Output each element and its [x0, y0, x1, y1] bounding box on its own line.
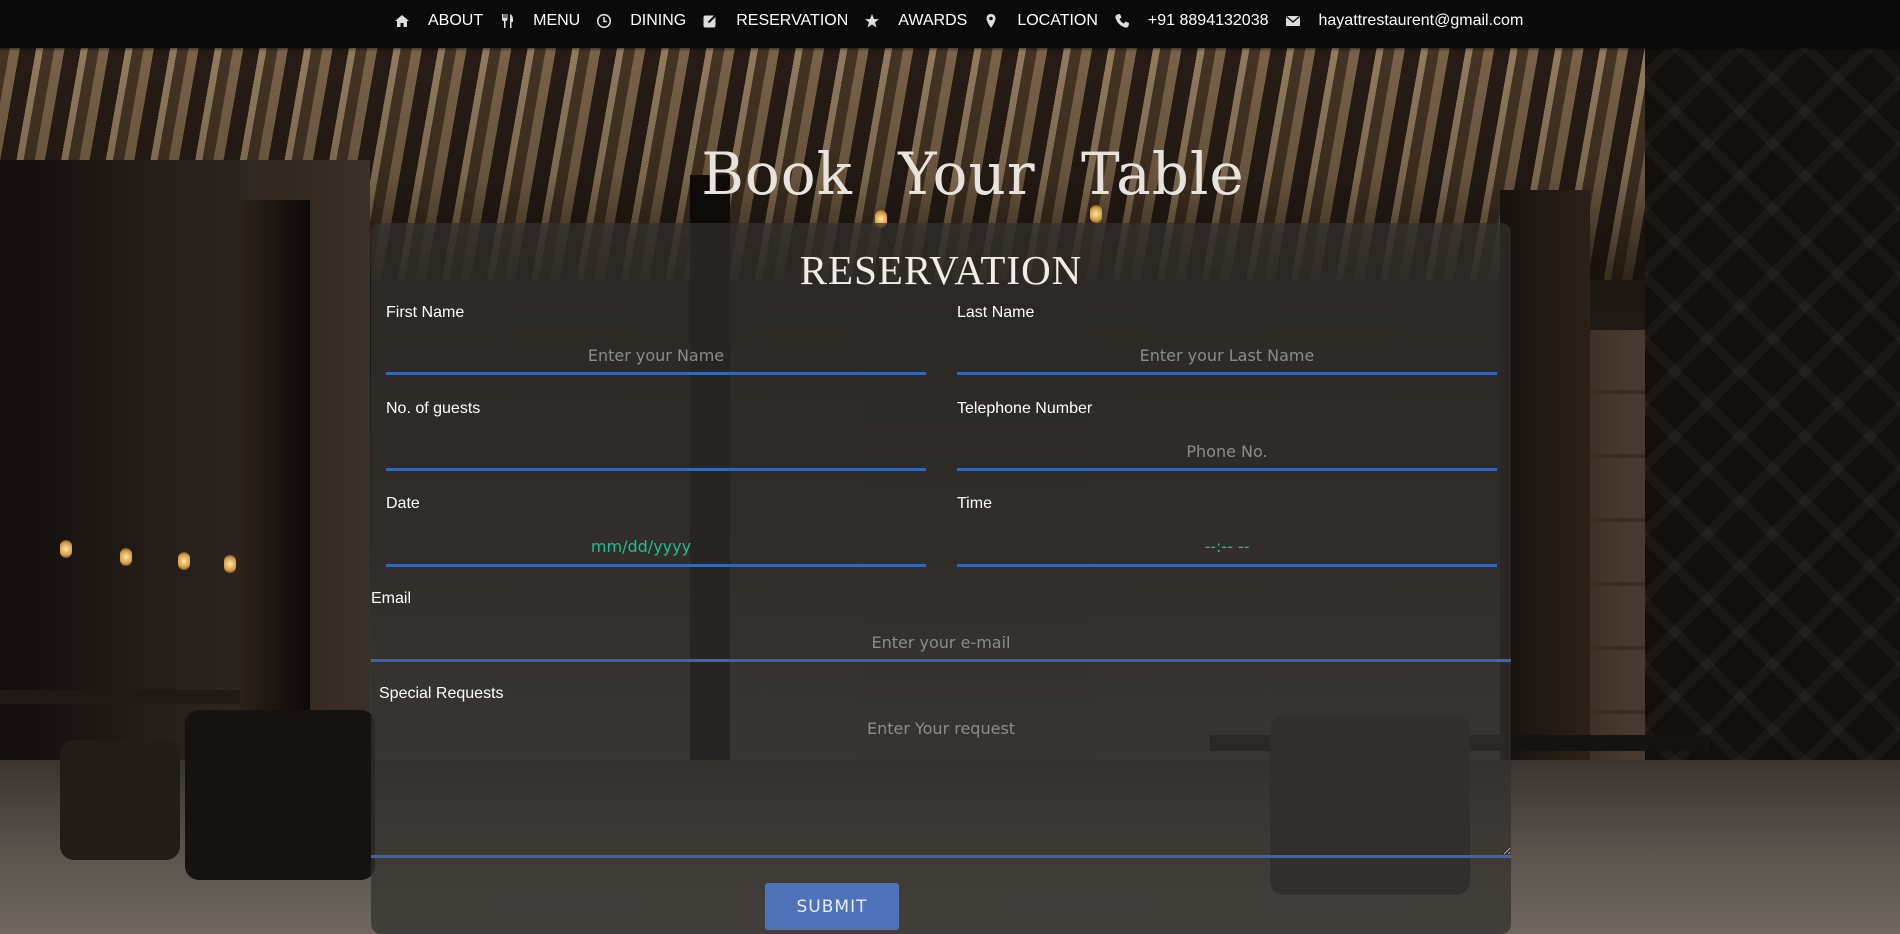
submit-button[interactable]: SUBMIT: [765, 883, 899, 930]
phone-icon: [1114, 13, 1130, 29]
nav-item-email[interactable]: hayattrestaurent@gmail.com: [1285, 12, 1540, 30]
top-navbar: ABOUT MENU DINING RESERVATION AWARDS LOC…: [0, 0, 1900, 48]
email-input[interactable]: [371, 625, 1511, 662]
dining-table: [0, 690, 240, 704]
nav-item-awards[interactable]: AWARDS: [864, 12, 983, 30]
chair: [60, 740, 180, 860]
nav-item-about[interactable]: ABOUT: [394, 12, 499, 30]
telephone-field: Telephone Number: [957, 400, 1497, 473]
telephone-input[interactable]: [957, 435, 1497, 471]
reservation-form: RESERVATION First Name Last Name No. of …: [371, 223, 1511, 934]
date-value: mm/dd/yyyy: [590, 537, 692, 556]
first-name-input[interactable]: [386, 339, 926, 375]
date-label: Date: [386, 495, 420, 512]
edit-icon: [702, 13, 718, 29]
email-field: Email: [371, 590, 1511, 664]
nav-item-menu[interactable]: MENU: [499, 12, 596, 30]
pendant-lamp: [224, 555, 236, 573]
guests-input[interactable]: [386, 435, 926, 471]
map-marker-icon: [983, 13, 999, 29]
pendant-lamp: [60, 540, 72, 558]
nav-item-location[interactable]: LOCATION: [983, 12, 1114, 30]
last-name-input[interactable]: [957, 339, 1497, 375]
nav-label-menu: MENU: [533, 12, 581, 29]
time-value: --:-- --: [1204, 537, 1250, 556]
first-name-field: First Name: [386, 304, 926, 377]
nav-label-location: LOCATION: [1017, 12, 1098, 29]
page-title: Book Your Table: [701, 140, 1245, 208]
pendant-lamp: [120, 548, 132, 566]
time-field: Time --:-- --: [957, 495, 1497, 569]
nav-item-phone[interactable]: +91 8894132038: [1114, 12, 1285, 30]
nav-label-reservation: RESERVATION: [736, 12, 849, 29]
clock-icon: [596, 13, 612, 29]
nav-item-dining[interactable]: DINING: [596, 12, 702, 30]
time-label: Time: [957, 495, 992, 512]
nav-label-dining: DINING: [630, 12, 687, 29]
last-name-label: Last Name: [957, 304, 1035, 321]
guests-label: No. of guests: [386, 400, 481, 417]
chair: [185, 710, 375, 880]
nav-list: ABOUT MENU DINING RESERVATION AWARDS LOC…: [394, 0, 1539, 42]
nav-label-about: ABOUT: [428, 12, 484, 29]
envelope-icon: [1285, 13, 1301, 29]
date-field: Date mm/dd/yyyy: [386, 495, 926, 569]
nav-label-phone: +91 8894132038: [1147, 12, 1269, 29]
telephone-label: Telephone Number: [957, 400, 1093, 417]
date-input[interactable]: mm/dd/yyyy: [386, 530, 926, 567]
last-name-field: Last Name: [957, 304, 1497, 377]
guests-field: No. of guests: [386, 400, 926, 473]
pendant-lamp: [178, 552, 190, 570]
first-name-label: First Name: [386, 304, 465, 321]
star-icon: [864, 13, 880, 29]
special-requests-textarea[interactable]: [371, 685, 1511, 858]
home-icon: [394, 13, 410, 29]
email-label: Email: [371, 590, 412, 607]
nav-label-awards: AWARDS: [898, 12, 968, 29]
special-requests-field: Special Requests: [371, 685, 1511, 883]
time-input[interactable]: --:-- --: [957, 530, 1497, 567]
cutlery-icon: [499, 13, 515, 29]
nav-item-reservation[interactable]: RESERVATION: [702, 12, 864, 30]
form-title: RESERVATION: [799, 247, 1083, 293]
nav-label-email: hayattrestaurent@gmail.com: [1318, 12, 1524, 29]
